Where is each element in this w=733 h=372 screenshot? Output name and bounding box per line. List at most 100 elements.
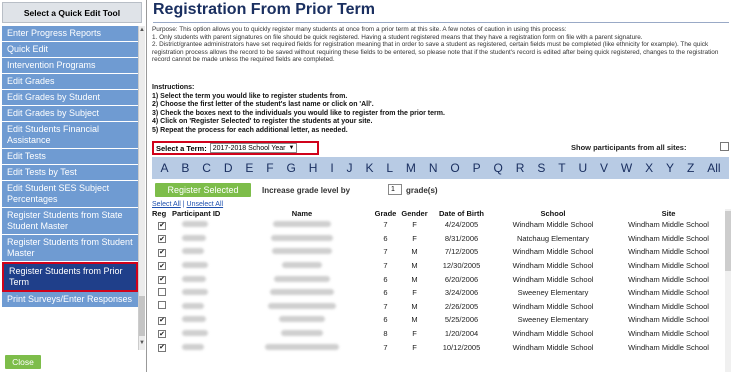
- participant-id-cell: [172, 261, 232, 270]
- register-checkbox[interactable]: ✔: [158, 221, 166, 230]
- gender-cell: F: [412, 233, 417, 243]
- letter-filter[interactable]: D: [224, 161, 233, 175]
- letter-filter[interactable]: I: [330, 161, 333, 175]
- letter-filter[interactable]: T: [558, 161, 565, 175]
- site-cell: Windham Middle School: [628, 261, 709, 271]
- sidebar-item[interactable]: Register Students from Student Master: [2, 235, 138, 262]
- sidebar-item[interactable]: Edit Students Financial Assistance: [2, 122, 138, 149]
- sidebar-item[interactable]: Enter Progress Reports: [2, 26, 138, 42]
- letter-filter[interactable]: V: [600, 161, 608, 175]
- col-school: School: [540, 209, 566, 218]
- participants-table: Reg Participant ID Name Grade Gender Dat…: [152, 209, 724, 354]
- register-checkbox[interactable]: ✔: [158, 235, 166, 244]
- scroll-up-icon[interactable]: ▲: [139, 27, 145, 33]
- term-row: Select a Term: 2017-2018 School Year ▼ S…: [152, 141, 732, 155]
- gender-cell: M: [411, 315, 418, 325]
- letter-filter[interactable]: U: [578, 161, 587, 175]
- name-cell: [232, 261, 372, 270]
- letter-filter[interactable]: R: [516, 161, 525, 175]
- participant-id-cell: [172, 315, 232, 324]
- sidebar-item[interactable]: Quick Edit: [2, 42, 138, 58]
- register-selected-button[interactable]: Register Selected: [155, 183, 251, 197]
- school-cell: Windham Middle School: [512, 329, 594, 339]
- redacted-name: [273, 221, 331, 228]
- letter-filter[interactable]: M: [406, 161, 416, 175]
- letter-filter[interactable]: B: [181, 161, 189, 175]
- participant-id-cell: [172, 288, 232, 297]
- register-checkbox[interactable]: ✔: [158, 275, 166, 284]
- sidebar-title: Select a Quick Edit Tool: [2, 2, 142, 23]
- register-checkbox[interactable]: ✔: [158, 248, 166, 257]
- unselect-all-link[interactable]: Unselect All: [187, 201, 224, 208]
- register-checkbox[interactable]: [158, 301, 166, 310]
- letter-filter[interactable]: L: [386, 161, 393, 175]
- redacted-participant-id: [182, 289, 208, 296]
- letter-filter[interactable]: H: [309, 161, 318, 175]
- grade-cell: 7: [383, 247, 388, 257]
- participant-id-cell: [172, 247, 232, 256]
- letter-filter[interactable]: F: [266, 161, 273, 175]
- name-cell: [232, 315, 372, 324]
- register-checkbox[interactable]: ✔: [158, 262, 166, 271]
- table-row: 7 M 2/26/2005 Windham Middle School Windham …: [152, 300, 724, 314]
- letter-filter[interactable]: G: [287, 161, 296, 175]
- grade-increase-input[interactable]: [388, 184, 402, 195]
- school-cell: Sweeney Elementary: [517, 315, 589, 325]
- increase-grade-label: Increase grade level by: [262, 186, 351, 195]
- letter-filter[interactable]: Q: [494, 161, 503, 175]
- table-scrollbar[interactable]: [725, 209, 731, 372]
- letter-filter[interactable]: Y: [666, 161, 674, 175]
- redacted-participant-id: [182, 275, 206, 282]
- letter-filter[interactable]: X: [645, 161, 653, 175]
- school-cell: Windham Middle School: [512, 220, 594, 230]
- sidebar-item[interactable]: Edit Grades by Student: [2, 90, 138, 106]
- grade-cell: 7: [383, 342, 388, 352]
- dob-cell: 1/20/2004: [444, 329, 479, 339]
- gender-cell: M: [411, 247, 418, 257]
- register-checkbox[interactable]: ✔: [158, 343, 166, 352]
- letter-filter[interactable]: P: [473, 161, 481, 175]
- letter-filter[interactable]: J: [347, 161, 353, 175]
- sidebar-item[interactable]: Intervention Programs: [2, 58, 138, 74]
- purpose-line: 1. Only students with parent signatures …: [152, 33, 643, 41]
- sidebar-scroll-thumb[interactable]: [139, 296, 145, 336]
- register-checkbox[interactable]: ✔: [158, 316, 166, 325]
- sidebar-item[interactable]: Edit Grades: [2, 74, 138, 90]
- sidebar-item[interactable]: Register Students from State Student Mas…: [2, 208, 138, 235]
- sidebar-item[interactable]: Edit Tests: [2, 149, 138, 165]
- col-reg: Reg: [152, 209, 167, 218]
- sidebar-scrollbar[interactable]: ▲ ▼: [138, 26, 145, 350]
- close-button[interactable]: Close: [5, 355, 41, 369]
- show-all-sites-checkbox[interactable]: [720, 142, 729, 151]
- school-cell: Sweeney Elementary: [517, 288, 589, 298]
- letter-filter[interactable]: S: [537, 161, 545, 175]
- reg-cell: ✔: [152, 220, 172, 230]
- select-all-link[interactable]: Select All: [152, 201, 181, 208]
- letter-filter[interactable]: C: [202, 161, 211, 175]
- sidebar-item[interactable]: Print Surveys/Enter Responses: [2, 292, 138, 308]
- letter-filter[interactable]: W: [621, 161, 632, 175]
- table-scroll-thumb[interactable]: [725, 211, 731, 271]
- letter-filter[interactable]: Z: [687, 161, 694, 175]
- sidebar-item[interactable]: Edit Student SES Subject Percentages: [2, 181, 138, 208]
- letter-filter[interactable]: All: [707, 161, 720, 175]
- scroll-down-icon[interactable]: ▼: [139, 340, 145, 346]
- letter-filter[interactable]: O: [450, 161, 459, 175]
- sidebar-item[interactable]: Edit Tests by Test: [2, 165, 138, 181]
- letter-filter[interactable]: A: [160, 161, 168, 175]
- redacted-participant-id: [182, 302, 204, 309]
- letter-filter[interactable]: N: [429, 161, 438, 175]
- letter-filter[interactable]: E: [245, 161, 253, 175]
- school-cell: Natchaug Elementary: [516, 233, 590, 243]
- school-cell: Windham Middle School: [512, 274, 594, 284]
- grade-cell: 6: [383, 315, 388, 325]
- register-checkbox[interactable]: ✔: [158, 330, 166, 339]
- sidebar-item[interactable]: Register Students from Prior Term: [2, 262, 138, 292]
- col-gender: Gender: [401, 209, 428, 218]
- letter-filter[interactable]: K: [365, 161, 373, 175]
- name-cell: [232, 275, 372, 284]
- register-checkbox[interactable]: [158, 287, 166, 296]
- term-select[interactable]: 2017-2018 School Year ▼: [209, 143, 298, 153]
- sidebar-item[interactable]: Edit Grades by Subject: [2, 106, 138, 122]
- reg-cell: ✔: [152, 261, 172, 271]
